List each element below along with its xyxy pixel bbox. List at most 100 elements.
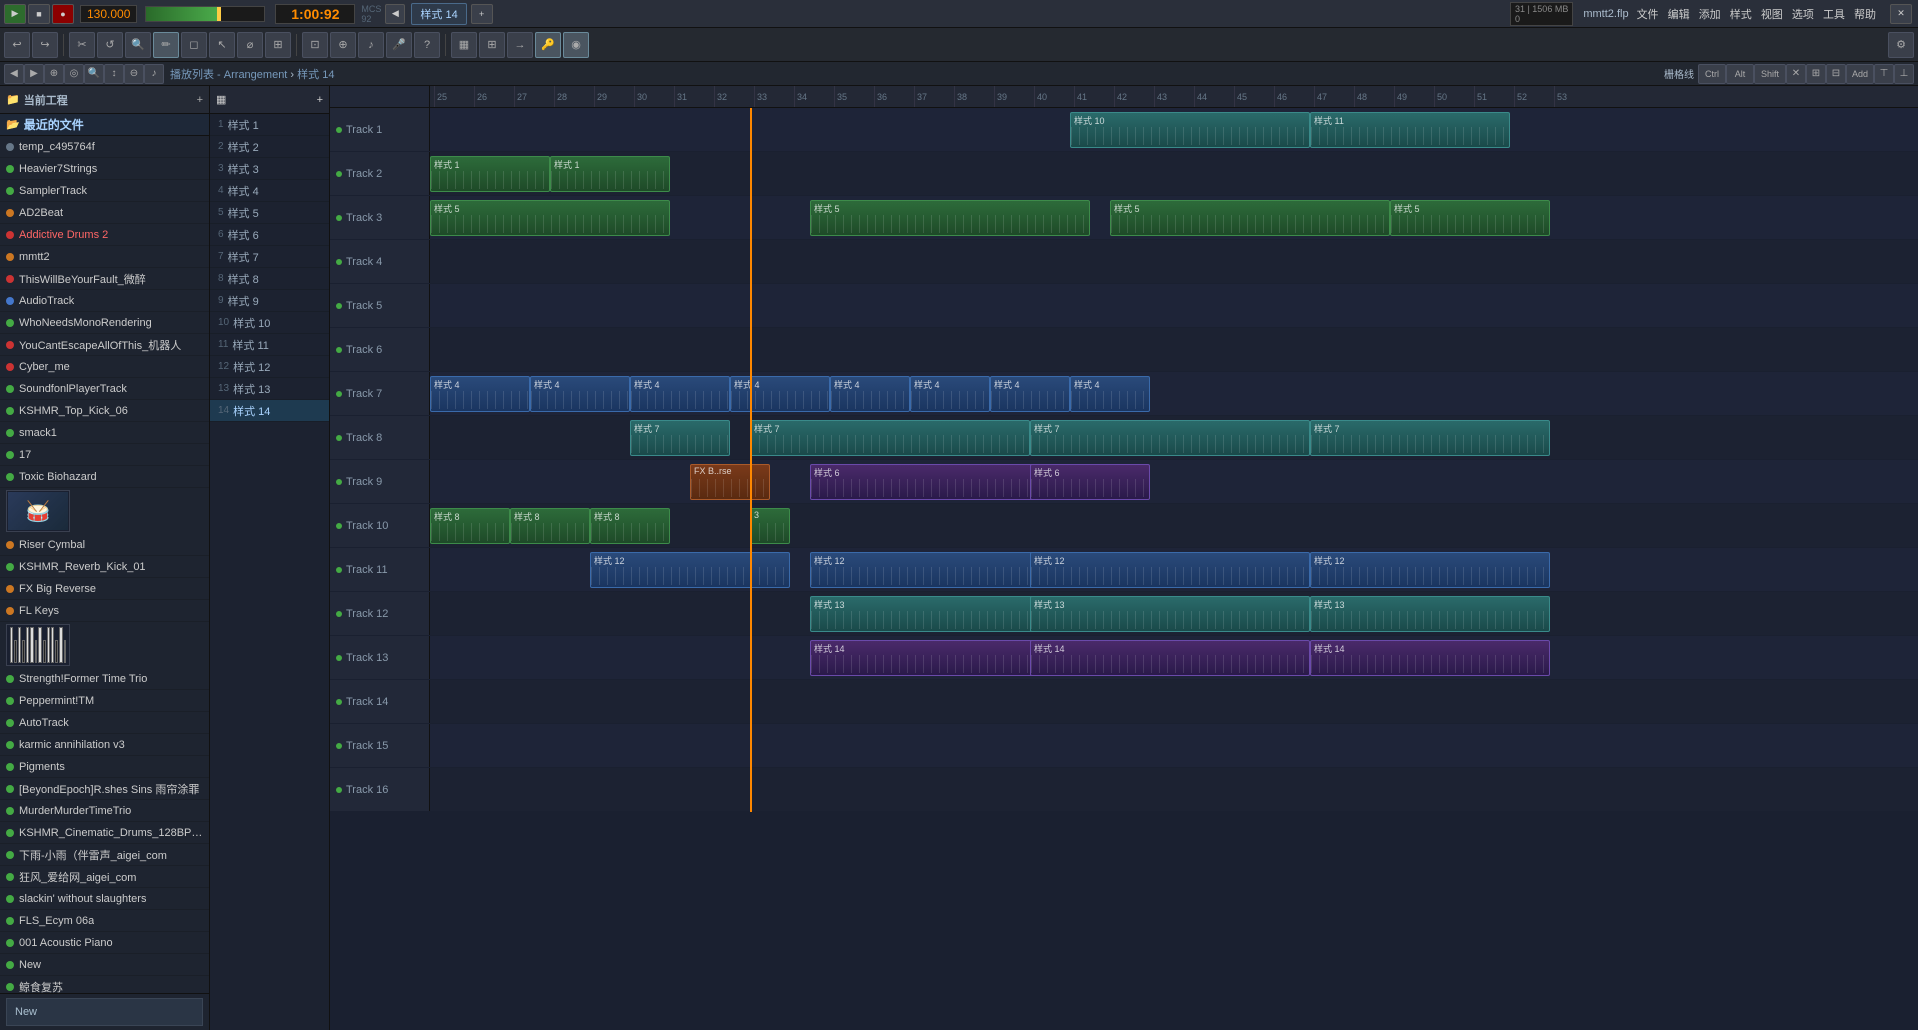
track-row-9[interactable]: Track 9FX B..rse样式 6样式 6 [330,460,1918,504]
clip[interactable]: 样式 12 [590,552,790,588]
clip[interactable]: 样式 5 [810,200,1090,236]
track-item-22[interactable]: Peppermint!TM [0,690,209,712]
tool-mic[interactable]: 🎤 [386,32,412,58]
track-item-9[interactable]: WhoNeedsMonoRendering [0,312,209,334]
sub-t1[interactable]: ⊤ [1874,64,1894,84]
track-row-4[interactable]: Track 4 [330,240,1918,284]
pattern-item-11[interactable]: 11 样式 11 [210,334,329,356]
track-row-2[interactable]: Track 2样式 1样式 1 [330,152,1918,196]
pattern-display[interactable]: 样式 14 [411,3,466,25]
track-item-10[interactable]: YouCantEscapeAllOfThis_机器人 [0,334,209,356]
clip[interactable]: 样式 8 [430,508,510,544]
tracks-area[interactable]: Track 1样式 10样式 11 Track 2样式 1样式 1 Track … [330,108,1918,1030]
sub-expand[interactable]: ↕ [104,64,124,84]
stop-button[interactable]: ■ [28,4,50,24]
track-item-15[interactable]: 17 [0,444,209,466]
pattern-item-10[interactable]: 10 样式 10 [210,312,329,334]
track-item-11[interactable]: Cyber_me [0,356,209,378]
pattern-item-4[interactable]: 4 样式 4 [210,180,329,202]
pattern-item-14[interactable]: 14 样式 14 [210,400,329,422]
sub-unwrap[interactable]: ⊟ [1826,64,1846,84]
track-content-5[interactable] [430,284,1918,327]
sub-collapse[interactable]: ⊖ [124,64,144,84]
tool-circ[interactable]: ◉ [563,32,589,58]
clip[interactable]: FX B..rse [690,464,770,500]
tool-arrow[interactable]: → [507,32,533,58]
track-item-16[interactable]: Toxic Biohazard [0,466,209,488]
pattern-item-13[interactable]: 13 样式 13 [210,378,329,400]
close-window[interactable]: ✕ [1890,4,1912,24]
track-content-11[interactable]: 样式 12样式 12样式 12样式 12 [430,548,1918,591]
track-item-3[interactable]: SamplerTrack [0,180,209,202]
sub-alt[interactable]: Alt [1726,64,1754,84]
track-row-11[interactable]: Track 11样式 12样式 12样式 12样式 12 [330,548,1918,592]
track-content-16[interactable] [430,768,1918,811]
track-item-35[interactable]: 鲸食复苏 [0,976,209,993]
track-item-2[interactable]: Heavier7Strings [0,158,209,180]
track-row-8[interactable]: Track 8样式 7样式 7样式 7样式 7 [330,416,1918,460]
track-row-16[interactable]: Track 16 [330,768,1918,812]
tool-link[interactable]: ⊕ [330,32,356,58]
clip[interactable]: 样式 6 [1030,464,1150,500]
tool-settings[interactable]: ⚙ [1888,32,1914,58]
pattern-item-1[interactable]: 1 样式 1 [210,114,329,136]
track-row-15[interactable]: Track 15 [330,724,1918,768]
clip[interactable]: 样式 7 [1310,420,1550,456]
track-item-7[interactable]: ThisWillBeYourFault_微醉 [0,268,209,290]
record-button[interactable]: ● [52,4,74,24]
track-row-14[interactable]: Track 14 [330,680,1918,724]
clip[interactable]: 样式 14 [1310,640,1550,676]
sub-ctrl[interactable]: Ctrl [1698,64,1726,84]
clip[interactable]: 样式 11 [1310,112,1510,148]
pattern-panel-add[interactable]: + [317,94,323,106]
track-item-20[interactable]: FL Keys [0,600,209,622]
track-item-24[interactable]: karmic annihilation v3 [0,734,209,756]
tool-detuning[interactable]: ⌀ [237,32,263,58]
track-item-23[interactable]: AutoTrack [0,712,209,734]
clip[interactable]: 样式 7 [630,420,730,456]
track-item-31[interactable]: slackin' without slaughters [0,888,209,910]
track-row-12[interactable]: Track 12样式 13样式 13样式 13 [330,592,1918,636]
tool-snap[interactable]: ⊡ [302,32,328,58]
track-row-5[interactable]: Track 5 [330,284,1918,328]
tool-redo[interactable]: ↪ [32,32,58,58]
track-content-2[interactable]: 样式 1样式 1 [430,152,1918,195]
track-content-9[interactable]: FX B..rse样式 6样式 6 [430,460,1918,503]
track-item-27[interactable]: MurderMurderTimeTrio [0,800,209,822]
track-content-7[interactable]: 样式 4样式 4样式 4样式 4样式 4样式 4样式 4样式 4 [430,372,1918,415]
track-item-13[interactable]: KSHMR_Top_Kick_06 [0,400,209,422]
track-item-21[interactable]: Strength!Former Time Trio [0,668,209,690]
clip[interactable]: 样式 4 [630,376,730,412]
track-row-1[interactable]: Track 1样式 10样式 11 [330,108,1918,152]
clip[interactable]: 样式 13 [1030,596,1310,632]
clip[interactable]: 样式 1 [430,156,550,192]
track-content-15[interactable] [430,724,1918,767]
track-item-12[interactable]: SoundfonlPlayerTrack [0,378,209,400]
pattern-item-6[interactable]: 6 样式 6 [210,224,329,246]
clip[interactable]: 样式 12 [1310,552,1550,588]
track-item-17[interactable]: Riser Cymbal [0,534,209,556]
track-item-32[interactable]: FLS_Ecym 06a [0,910,209,932]
track-content-3[interactable]: 样式 5样式 5样式 5样式 5 [430,196,1918,239]
pattern-item-7[interactable]: 7 样式 7 [210,246,329,268]
tool-help[interactable]: ? [414,32,440,58]
track-item-6[interactable]: mmtt2 [0,246,209,268]
clip[interactable]: 样式 4 [830,376,910,412]
track-item-4[interactable]: AD2Beat [0,202,209,224]
track-row-10[interactable]: Track 10样式 8样式 8样式 83 [330,504,1918,548]
tool-select[interactable]: ↖ [209,32,235,58]
clip[interactable]: 样式 7 [750,420,1030,456]
track-item-25[interactable]: Pigments [0,756,209,778]
sub-record[interactable]: ◎ [64,64,84,84]
clip[interactable]: 样式 4 [530,376,630,412]
sub-forward[interactable]: ▶ [24,64,44,84]
track-content-1[interactable]: 样式 10样式 11 [430,108,1918,151]
track-row-7[interactable]: Track 7样式 4样式 4样式 4样式 4样式 4样式 4样式 4样式 4 [330,372,1918,416]
track-item-19[interactable]: FX Big Reverse [0,578,209,600]
tool-cut[interactable]: ✂ [69,32,95,58]
pattern-item-8[interactable]: 8 样式 8 [210,268,329,290]
prev-pattern[interactable]: ◀ [385,4,405,24]
track-content-8[interactable]: 样式 7样式 7样式 7样式 7 [430,416,1918,459]
track-content-14[interactable] [430,680,1918,723]
track-item-26[interactable]: [BeyondEpoch]R.shes Sins 雨帘涂罪 [0,778,209,800]
